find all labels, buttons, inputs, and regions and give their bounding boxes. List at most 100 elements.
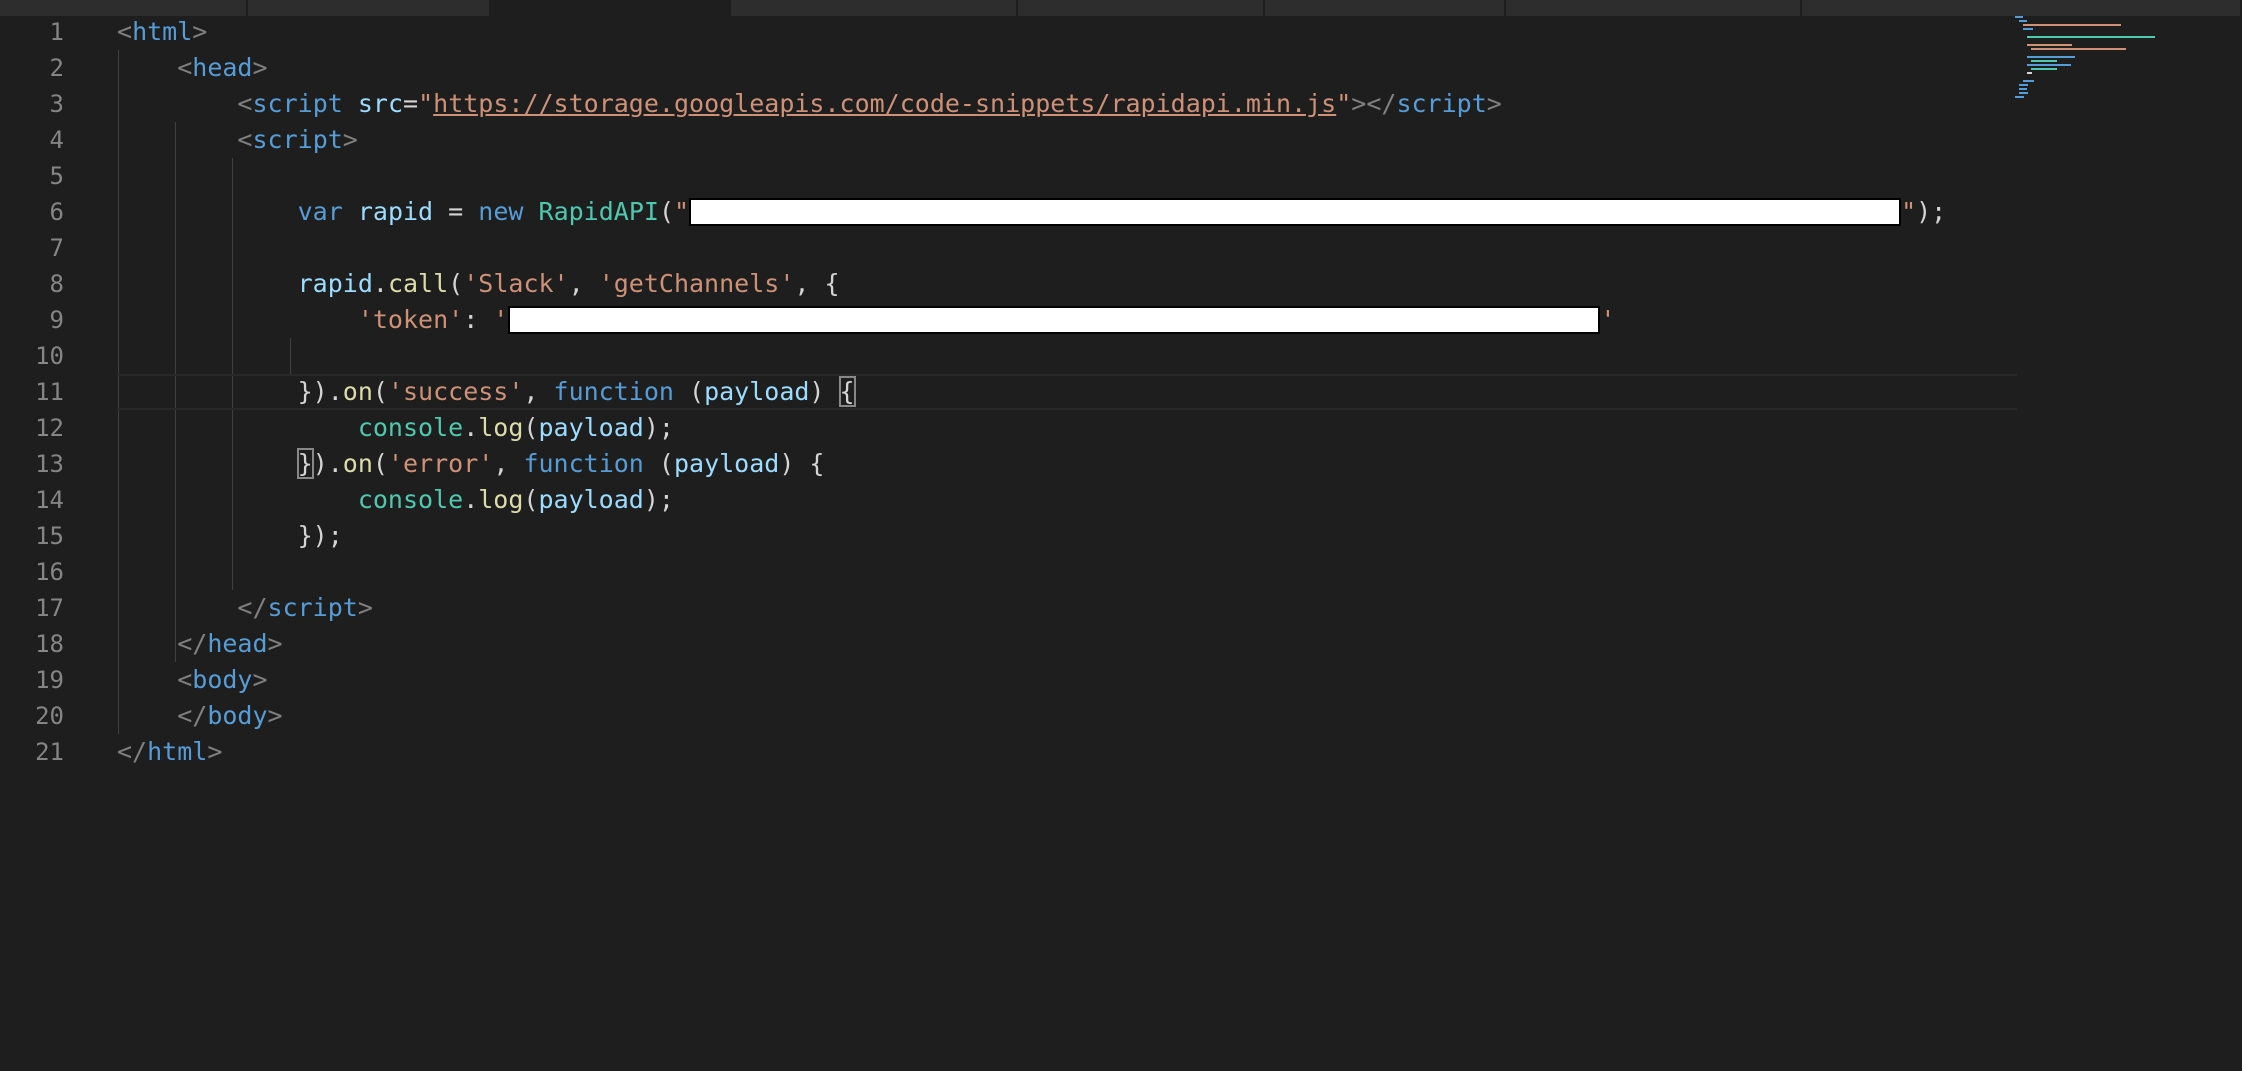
function-name: on (342, 449, 373, 478)
minimap-line (2031, 68, 2057, 70)
tag-bracket: > (267, 629, 283, 658)
redaction-box (508, 306, 1601, 334)
dot: . (463, 413, 479, 442)
minimap-line (2027, 56, 2075, 58)
tag-bracket: </ (117, 737, 148, 766)
class-name: RapidAPI (538, 197, 659, 226)
line-number: 8 (49, 270, 64, 298)
tag-bracket: > (357, 593, 373, 622)
tag-bracket: < (237, 89, 253, 118)
tag-name: html (147, 737, 208, 766)
statement-end: ); (643, 485, 674, 514)
punctuation: }); (297, 521, 343, 550)
tag-bracket: </ (177, 629, 208, 658)
line-number: 7 (49, 234, 64, 262)
code-line: 'token': ' ' (117, 302, 2017, 338)
minimap-line (2023, 28, 2033, 30)
comma: , (523, 377, 554, 406)
code-editor[interactable]: 1 2 3 4 5 6 7 8 9 10 11 12 13 14 15 16 1… (0, 0, 2242, 1071)
punctuation: ) { (779, 449, 825, 478)
line-number: 17 (35, 594, 64, 622)
code-line: console.log(payload); (117, 482, 2017, 518)
punctuation: }). (297, 377, 343, 406)
minimap-line (2027, 72, 2032, 74)
operator: = (448, 197, 464, 226)
tag-bracket: < (237, 125, 253, 154)
keyword: new (478, 197, 524, 226)
line-number: 4 (49, 126, 64, 154)
function-name: log (478, 413, 524, 442)
punctuation: ). (312, 449, 343, 478)
minimap-line (2027, 64, 2071, 66)
script-url-link[interactable]: https://storage.googleapis.com/code-snip… (433, 89, 1336, 118)
variable-name: rapid (357, 197, 434, 226)
comma: , (568, 269, 599, 298)
minimap[interactable] (2012, 14, 2232, 104)
operator: = (403, 89, 419, 118)
tag-bracket: ></ (1351, 89, 1397, 118)
minimap-line (2031, 48, 2126, 50)
colon: : (463, 305, 494, 334)
function-name: on (342, 377, 373, 406)
string-literal: 'token' (357, 305, 464, 334)
tag-bracket: </ (177, 701, 208, 730)
code-line: <script> (117, 122, 2017, 158)
line-number: 21 (35, 738, 64, 766)
keyword: function (553, 377, 674, 406)
line-number: 13 (35, 450, 64, 478)
tag-name: html (132, 17, 193, 46)
dot: . (463, 485, 479, 514)
line-number: 15 (35, 522, 64, 550)
object-name: console (357, 485, 464, 514)
punctuation: , { (794, 269, 840, 298)
redaction-box (689, 198, 1902, 226)
paren: ( (523, 485, 539, 514)
object-name: console (357, 413, 464, 442)
matched-bracket: } (296, 448, 314, 479)
line-number: 14 (35, 486, 64, 514)
line-number: 3 (49, 90, 64, 118)
code-line: </head> (117, 626, 2017, 662)
string-quote: " (1336, 89, 1352, 118)
code-line: }).on('error', function (payload) { (117, 446, 2017, 482)
parameter-name: payload (538, 413, 644, 442)
tag-bracket: > (342, 125, 358, 154)
string-literal: 'success' (387, 377, 524, 406)
paren: ( (658, 197, 674, 226)
code-line: </html> (117, 734, 2017, 770)
minimap-line (2023, 24, 2121, 26)
statement-end: ); (1916, 197, 1947, 226)
minimap-line (2019, 84, 2028, 86)
string-quote: ' (493, 305, 509, 334)
paren: ( (523, 413, 539, 442)
line-number: 18 (35, 630, 64, 658)
line-number: 2 (49, 54, 64, 82)
tag-bracket: < (177, 665, 193, 694)
function-name: call (387, 269, 449, 298)
paren: ) (809, 377, 840, 406)
tag-name: body (207, 701, 268, 730)
dot: . (372, 269, 388, 298)
code-line: </script> (117, 590, 2017, 626)
paren: ( (643, 449, 674, 478)
code-area[interactable]: <html> <head> <script src="https://stora… (117, 14, 2017, 770)
parameter-name: payload (673, 449, 780, 478)
tag-bracket: < (177, 53, 193, 82)
tag-bracket: > (1486, 89, 1502, 118)
tag-name: script (1396, 89, 1487, 118)
string-quote: " (418, 89, 434, 118)
line-number: 1 (49, 18, 64, 46)
keyword: function (523, 449, 644, 478)
tag-name: script (267, 593, 358, 622)
minimap-line (2031, 60, 2057, 62)
tag-bracket: < (117, 17, 133, 46)
code-line: <html> (117, 14, 2017, 50)
tag-bracket: > (267, 701, 283, 730)
statement-end: ); (643, 413, 674, 442)
code-line: <script src="https://storage.googleapis.… (117, 86, 2017, 122)
line-number: 19 (35, 666, 64, 694)
minimap-line (2027, 36, 2155, 38)
